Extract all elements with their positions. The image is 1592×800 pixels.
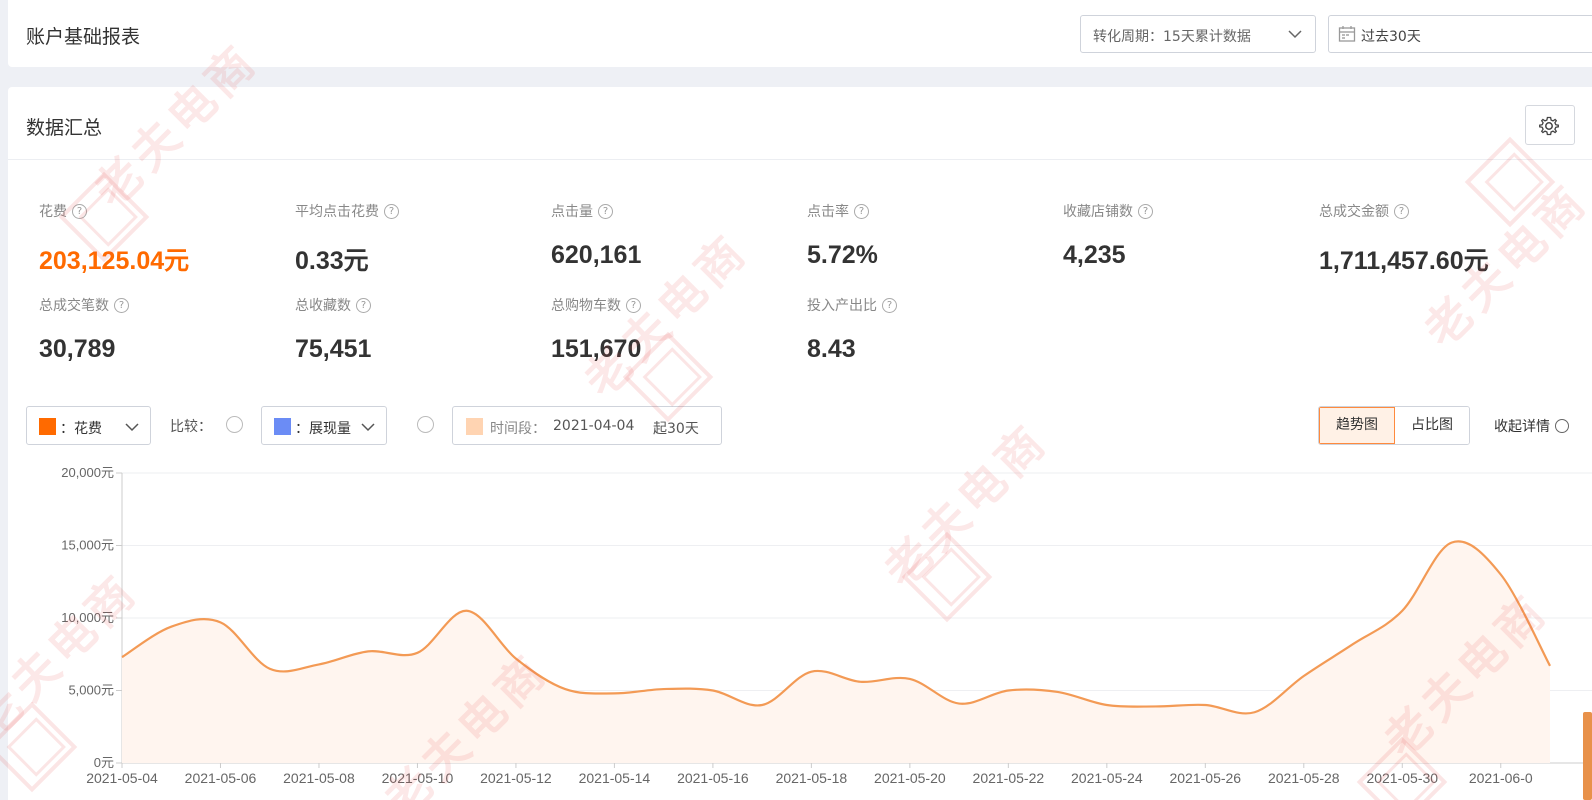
x-tick-label: 2021-05-10 <box>382 770 454 786</box>
tab-trend-chart[interactable]: 趋势图 <box>1319 407 1395 444</box>
chevron-down-icon <box>1288 30 1302 39</box>
scrollbar-thumb[interactable] <box>1583 712 1592 800</box>
panel-divider <box>8 159 1592 160</box>
metric-ctr: 点击率? 5.72% <box>807 201 1047 270</box>
x-tick-label: 2021-05-30 <box>1366 770 1438 786</box>
metric-shop-favorites: 收藏店铺数? 4,235 <box>1063 201 1303 270</box>
help-icon[interactable]: ? <box>384 203 399 219</box>
primary-metric-select[interactable]: ：花费 <box>26 406 151 445</box>
x-tick-label: 2021-05-24 <box>1071 770 1143 786</box>
metric-label: 总购物车数 <box>551 298 621 314</box>
metric-roi: 投入产出比? 8.43 <box>807 295 1047 364</box>
tab-ratio-chart[interactable]: 占比图 <box>1395 407 1469 444</box>
collapse-icon <box>1555 419 1569 433</box>
gear-icon <box>1539 116 1559 136</box>
metric-label: 投入产出比 <box>807 298 877 314</box>
metric-value: 4,235 <box>1063 241 1126 269</box>
series-color-swatch <box>274 418 291 435</box>
x-tick-label: 2021-05-22 <box>973 770 1045 786</box>
x-tick-label: 2021-05-18 <box>776 770 848 786</box>
help-icon[interactable]: ? <box>882 297 897 313</box>
x-tick-label: 2021-05-08 <box>283 770 355 786</box>
metric-label: 总成交金额 <box>1319 204 1389 220</box>
y-tick-label: 5,000元 <box>68 683 114 698</box>
primary-metric-value: ：花费 <box>60 421 102 437</box>
page-title: 账户基础报表 <box>26 26 141 48</box>
compare-metric-select[interactable]: ：展现量 <box>261 406 387 445</box>
metric-total-favorites: 总收藏数? 75,451 <box>295 295 535 364</box>
metric-avg-click-cost: 平均点击花费? 0.33元 <box>295 201 535 277</box>
metric-total-gmv: 总成交金额? 1,711,457.60元 <box>1319 201 1559 277</box>
metric-value: 620,161 <box>551 241 642 269</box>
x-tick-label: 2021-05-16 <box>677 770 749 786</box>
collapse-label: 收起详情 <box>1494 419 1550 435</box>
period-color-swatch <box>466 418 483 435</box>
metric-value: 203,125.04元 <box>39 247 190 275</box>
metric-value: 0.33元 <box>295 247 369 275</box>
metric-value: 151,670 <box>551 335 642 363</box>
metric-clicks: 点击量? 620,161 <box>551 201 791 270</box>
calendar-icon <box>1338 26 1356 42</box>
metric-label: 收藏店铺数 <box>1063 204 1133 220</box>
y-tick-label: 20,000元 <box>61 465 114 480</box>
metric-label: 花费 <box>39 204 67 220</box>
metric-label: 平均点击花费 <box>295 204 379 220</box>
metric-value: 30,789 <box>39 335 116 363</box>
series-area <box>122 541 1550 763</box>
metric-value: 1,711,457.60元 <box>1319 247 1489 275</box>
compare-metric-value: ：展现量 <box>295 421 351 437</box>
settings-button[interactable] <box>1525 105 1575 145</box>
summary-title: 数据汇总 <box>26 117 103 139</box>
x-tick-label: 2021-05-14 <box>579 770 651 786</box>
x-tick-label: 2021-06-0 <box>1469 770 1533 786</box>
compare-period-radio[interactable] <box>417 416 434 433</box>
metric-label: 点击率 <box>807 204 849 220</box>
period-label: 时间段： <box>490 421 546 437</box>
compare-metric-radio[interactable] <box>226 416 243 433</box>
metric-value: 8.43 <box>807 335 856 363</box>
y-tick-label: 10,000元 <box>61 610 114 625</box>
help-icon[interactable]: ? <box>72 203 87 219</box>
metric-label: 总成交笔数 <box>39 298 109 314</box>
x-tick-label: 2021-05-04 <box>86 770 158 786</box>
metric-total-carts: 总购物车数? 151,670 <box>551 295 791 364</box>
date-range-value: 过去30天 <box>1361 29 1421 45</box>
metric-spend: 花费? 203,125.04元 <box>39 201 279 277</box>
help-icon[interactable]: ? <box>854 203 869 219</box>
y-tick-label: 0元 <box>94 755 114 770</box>
compare-label: 比较： <box>170 419 212 435</box>
period-duration: 起30天 <box>653 421 699 437</box>
help-icon[interactable]: ? <box>1394 203 1409 219</box>
x-tick-label: 2021-05-28 <box>1268 770 1340 786</box>
series-color-swatch <box>39 418 56 435</box>
date-range-select[interactable]: 过去30天 <box>1328 15 1592 53</box>
y-tick-label: 15,000元 <box>61 538 114 553</box>
help-icon[interactable]: ? <box>356 297 371 313</box>
conversion-cycle-select[interactable]: 转化周期：15天累计数据 <box>1080 15 1316 53</box>
help-icon[interactable]: ? <box>598 203 613 219</box>
spend-trend-chart: 20,000元 15,000元 10,000元 5,000元 0元2021-05-04 2… <box>61 465 1592 786</box>
compare-period-select[interactable]: 时间段： 2021-04-04 起30天 <box>452 406 722 445</box>
metric-label: 总收藏数 <box>295 298 351 314</box>
chart-controls: ：花费 比较： ：展现量 时间段： 2021-04-04 起30天 趋势图 占比… <box>26 406 1592 446</box>
x-tick-label: 2021-05-20 <box>874 770 946 786</box>
metric-value: 5.72% <box>807 241 878 269</box>
x-tick-label: 2021-05-26 <box>1169 770 1241 786</box>
chart-view-toggle: 趋势图 占比图 <box>1318 406 1470 445</box>
help-icon[interactable]: ? <box>1138 203 1153 219</box>
help-icon[interactable]: ? <box>114 297 129 313</box>
chevron-down-icon <box>125 423 139 432</box>
conversion-cycle-value: 转化周期：15天累计数据 <box>1093 29 1251 45</box>
x-tick-label: 2021-05-06 <box>185 770 257 786</box>
top-bar: 账户基础报表 转化周期：15天累计数据 过去30天 <box>8 0 1592 67</box>
metric-label: 点击量 <box>551 204 593 220</box>
help-icon[interactable]: ? <box>626 297 641 313</box>
period-date: 2021-04-04 <box>553 418 635 434</box>
x-tick-label: 2021-05-12 <box>480 770 552 786</box>
chevron-down-icon <box>361 423 375 432</box>
collapse-details-button[interactable]: 收起详情 <box>1494 416 1569 436</box>
metric-value: 75,451 <box>295 335 372 363</box>
metric-total-orders: 总成交笔数? 30,789 <box>39 295 279 364</box>
